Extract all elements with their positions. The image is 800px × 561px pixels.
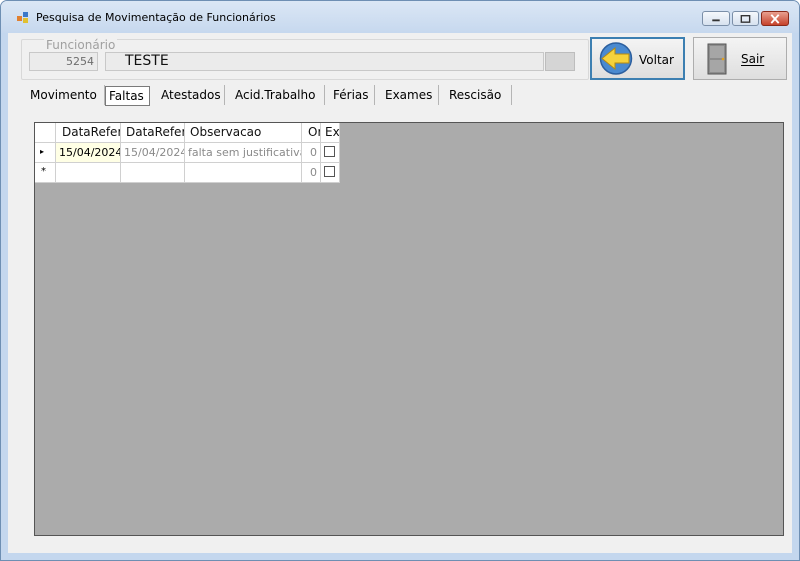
tab-faltas-label: Faltas xyxy=(109,89,144,103)
close-icon xyxy=(770,14,780,24)
sair-button-label: Sair xyxy=(741,52,765,66)
voltar-button[interactable]: Voltar xyxy=(590,37,685,80)
close-window-button[interactable] xyxy=(761,11,789,26)
tab-acid-trabalho-label: Acid.Trabalho xyxy=(235,88,316,102)
tab-rescisao[interactable]: Rescisão xyxy=(444,85,512,105)
tab-exames-label: Exames xyxy=(385,88,433,102)
column-header-datarefer-1[interactable]: DataRefer xyxy=(56,123,121,143)
form-client-area: Funcionário 5254 TESTE Voltar Sair Movim… xyxy=(8,33,792,553)
grid-cell-new-ex[interactable] xyxy=(321,163,340,183)
app-window: Pesquisa de Movimentação de Funcionários… xyxy=(0,0,800,561)
column-header-ex[interactable]: Ex xyxy=(321,123,340,143)
tab-ferias[interactable]: Férias xyxy=(328,85,375,105)
grid-cell-observacao[interactable]: falta sem justificativa xyxy=(185,143,302,163)
tab-ferias-label: Férias xyxy=(333,88,369,102)
employee-code-field[interactable]: 5254 xyxy=(29,52,98,71)
column-header-datarefer-2[interactable]: DataRefer xyxy=(121,123,185,143)
window-bottom-border xyxy=(1,553,799,560)
sair-button[interactable]: Sair xyxy=(693,37,787,80)
tab-acid-trabalho[interactable]: Acid.Trabalho xyxy=(230,85,325,105)
minimize-icon xyxy=(712,19,720,22)
tab-rescisao-label: Rescisão xyxy=(449,88,502,102)
grid-cell-new-observacao[interactable] xyxy=(185,163,302,183)
column-header-observacao[interactable]: Observacao xyxy=(185,123,302,143)
grid-corner-header[interactable] xyxy=(35,123,56,143)
tab-faltas[interactable]: Faltas xyxy=(105,86,150,106)
grid-cell-datarefer-2[interactable]: 15/04/2024 xyxy=(121,143,185,163)
title-bar[interactable]: Pesquisa de Movimentação de Funcionários xyxy=(1,1,799,33)
grid-cell-new-datarefer-2[interactable] xyxy=(121,163,185,183)
grid-cell-new-datarefer-1[interactable] xyxy=(56,163,121,183)
tab-movimento-label: Movimento xyxy=(30,88,97,102)
maximize-button[interactable] xyxy=(732,11,759,26)
grid-cell-new-or[interactable]: 0 xyxy=(302,163,321,183)
row-header-new[interactable]: * xyxy=(35,163,56,183)
ex-checkbox-new[interactable] xyxy=(324,166,335,177)
row-header[interactable]: ▸ xyxy=(35,143,56,163)
grid-cell-datarefer-1[interactable]: 15/04/2024 xyxy=(56,143,121,163)
employee-name-field[interactable]: TESTE xyxy=(105,52,544,71)
exit-door-icon xyxy=(707,43,727,75)
app-icon xyxy=(17,12,28,23)
voltar-button-label: Voltar xyxy=(639,53,674,67)
current-row-marker-icon: ▸ xyxy=(40,147,45,156)
minimize-button[interactable] xyxy=(702,11,730,26)
employee-extra-field[interactable] xyxy=(545,52,575,71)
funcionario-group-label: Funcionário xyxy=(44,38,118,52)
maximize-icon xyxy=(740,15,751,23)
tab-exames[interactable]: Exames xyxy=(380,85,439,105)
ex-checkbox[interactable] xyxy=(324,146,335,157)
column-header-or[interactable]: Or xyxy=(302,123,321,143)
grid-panel: DataRefer DataRefer Observacao Or Ex ▸ 1… xyxy=(34,122,784,536)
grid-cell-or[interactable]: 0 xyxy=(302,143,321,163)
tab-movimento[interactable]: Movimento xyxy=(25,85,105,105)
new-row-marker-icon: * xyxy=(41,166,46,177)
back-arrow-icon xyxy=(599,42,633,75)
tab-atestados-label: Atestados xyxy=(161,88,221,102)
window-title: Pesquisa de Movimentação de Funcionários xyxy=(36,11,276,24)
grid-cell-ex[interactable] xyxy=(321,143,340,163)
tab-atestados[interactable]: Atestados xyxy=(156,85,225,105)
